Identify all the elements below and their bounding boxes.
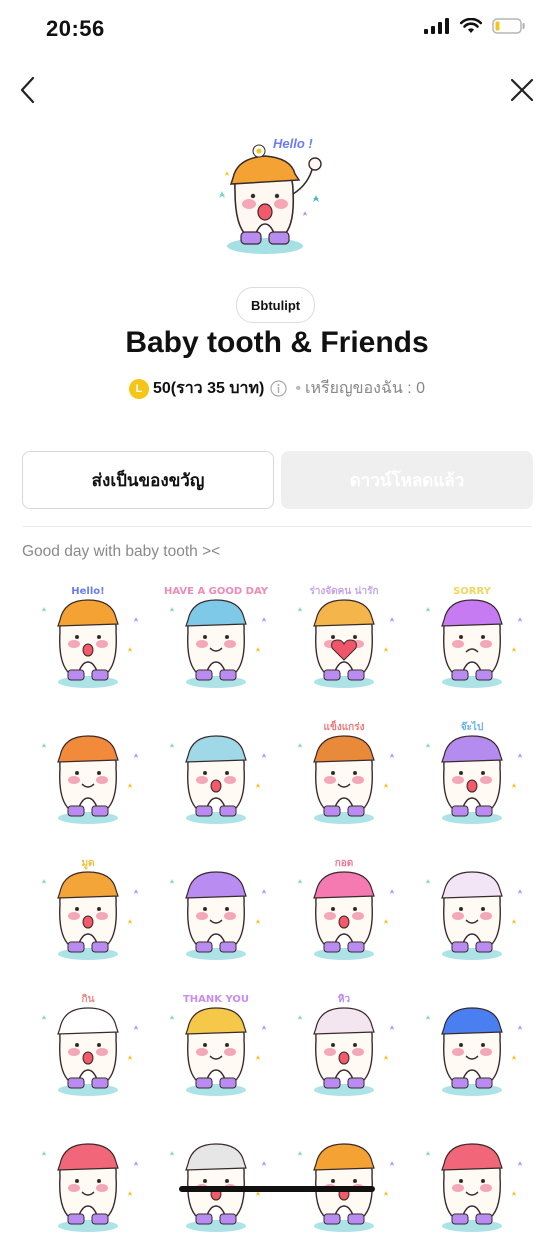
send-as-gift-button[interactable]: ส่งเป็นของขวัญ xyxy=(22,451,274,509)
close-button[interactable] xyxy=(504,72,540,108)
sticker-caption: กอด xyxy=(335,858,354,869)
sticker-caption: THANK YOU xyxy=(183,994,249,1005)
price-value: 50 xyxy=(152,379,171,397)
sticker-item[interactable]: HAVE A GOOD DAY xyxy=(158,582,274,698)
sticker-image xyxy=(42,1143,138,1232)
sticker-caption: HAVE A GOOD DAY xyxy=(164,586,269,597)
sticker-image: ร่างจัดคน น่ารัก xyxy=(298,585,394,688)
close-icon xyxy=(510,78,534,102)
info-icon[interactable] xyxy=(270,380,287,397)
sticker-caption: กิน xyxy=(82,993,95,1005)
coin-icon: L xyxy=(128,378,149,399)
sticker-image: มูด xyxy=(42,858,138,960)
price-row: L 50 (ราว 35 บาท) • เหรียญของฉัน : 0 xyxy=(0,376,554,401)
sticker-item[interactable]: ร่างจัดคน น่ารัก xyxy=(286,582,402,698)
sticker-item[interactable] xyxy=(414,854,530,970)
price-approx: (ราว 35 บาท) xyxy=(170,380,265,397)
sticker-caption: ร่างจัดคน น่ารัก xyxy=(309,585,378,597)
sticker-image: THANK YOU xyxy=(170,994,266,1096)
sticker-item[interactable] xyxy=(158,1126,274,1242)
sticker-image: กิน xyxy=(42,993,138,1096)
sticker-image: HAVE A GOOD DAY xyxy=(164,586,269,688)
sticker-caption: จ๊ะไป xyxy=(461,720,484,733)
author-badge[interactable]: Bbtulipt xyxy=(236,287,316,323)
sticker-grid: Hello! HAVE A GOOD DAY ร่างจัดคน น่ารัก SOR… xyxy=(22,570,534,1232)
my-coins-label: เหรียญของฉัน : 0 xyxy=(304,380,426,397)
sticker-caption: หิว xyxy=(338,993,351,1005)
separator-dot: • xyxy=(295,379,301,397)
battery-icon xyxy=(492,18,525,34)
downloaded-button[interactable]: ดาวน์โหลดแล้ว xyxy=(281,451,533,509)
sticker-item[interactable]: กิน xyxy=(30,990,146,1106)
sticker-caption: Hello! xyxy=(71,586,104,597)
sticker-image: จ๊ะไป xyxy=(426,720,522,824)
sticker-item[interactable] xyxy=(414,990,530,1106)
sticker-image xyxy=(298,1143,394,1232)
wifi-icon xyxy=(460,18,482,33)
cellular-signal-icon xyxy=(424,18,449,34)
sticker-caption: แข็งแกร่ง xyxy=(324,719,365,733)
sticker-image xyxy=(426,871,522,960)
sticker-image: SORRY xyxy=(426,586,522,688)
sticker-item[interactable]: THANK YOU xyxy=(158,990,274,1106)
sticker-image xyxy=(426,1007,522,1096)
back-button[interactable] xyxy=(10,72,46,108)
main-sticker-image: Hello ! xyxy=(219,136,322,254)
sticker-image xyxy=(170,871,266,960)
sticker-item[interactable]: หิว xyxy=(286,990,402,1106)
sticker-item[interactable]: SORRY xyxy=(414,582,530,698)
status-icons xyxy=(424,18,526,34)
sticker-item[interactable] xyxy=(414,1126,530,1242)
sticker-item[interactable] xyxy=(286,1126,402,1242)
pack-description: Good day with baby tooth >< xyxy=(22,543,221,560)
sticker-image: Hello! xyxy=(42,586,138,688)
sticker-item[interactable]: Hello! xyxy=(30,582,146,698)
sticker-item[interactable]: มูด xyxy=(30,854,146,970)
sticker-image: แข็งแกร่ง xyxy=(298,719,394,824)
sticker-image: กอด xyxy=(298,858,394,960)
sticker-item[interactable]: แข็งแกร่ง xyxy=(286,718,402,834)
sticker-image xyxy=(426,1143,522,1232)
status-bar: 20:56 xyxy=(0,0,554,60)
status-time: 20:56 xyxy=(46,16,105,41)
home-indicator xyxy=(179,1186,375,1192)
pack-title: Baby tooth & Friends xyxy=(125,326,429,359)
chevron-left-icon xyxy=(20,76,35,104)
sticker-image xyxy=(170,735,266,824)
sticker-item[interactable] xyxy=(30,1126,146,1242)
sticker-caption: SORRY xyxy=(453,586,492,597)
svg-text:Hello !: Hello ! xyxy=(273,136,313,151)
divider xyxy=(22,526,532,527)
sticker-item[interactable] xyxy=(158,854,274,970)
sticker-item[interactable]: จ๊ะไป xyxy=(414,718,530,834)
sticker-item[interactable] xyxy=(30,718,146,834)
sticker-item[interactable]: กอด xyxy=(286,854,402,970)
sticker-caption: มูด xyxy=(81,858,94,870)
sticker-item[interactable] xyxy=(158,718,274,834)
sticker-image xyxy=(170,1143,266,1232)
sticker-image: หิว xyxy=(298,993,394,1096)
sticker-image xyxy=(42,735,138,824)
